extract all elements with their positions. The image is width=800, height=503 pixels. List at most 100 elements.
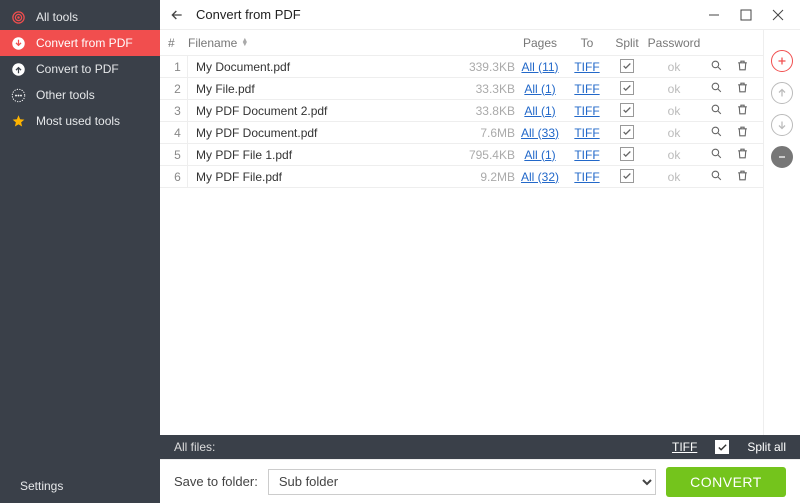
row-preview-button[interactable] <box>703 125 729 141</box>
col-password[interactable]: Password <box>645 36 703 50</box>
row-filename: My PDF Document 2.pdf <box>188 104 459 118</box>
row-preview-button[interactable] <box>703 81 729 97</box>
main-panel: Convert from PDF # Filename▲▼ Pages To S… <box>160 0 800 503</box>
row-size: 795.4KB <box>459 148 515 162</box>
row-filename: My Document.pdf <box>188 60 459 74</box>
action-column <box>764 30 800 435</box>
row-size: 33.8KB <box>459 104 515 118</box>
row-filename: My File.pdf <box>188 82 459 96</box>
all-files-format[interactable]: TIFF <box>672 440 697 454</box>
table-row[interactable]: 3My PDF Document 2.pdf33.8KBAll (1)TIFFo… <box>160 100 763 122</box>
row-split-checkbox[interactable] <box>620 81 634 95</box>
row-format-link[interactable]: TIFF <box>574 170 599 184</box>
row-size: 9.2MB <box>459 170 515 184</box>
row-format-link[interactable]: TIFF <box>574 148 599 162</box>
maximize-button[interactable] <box>732 4 760 26</box>
col-split[interactable]: Split <box>609 36 645 50</box>
sidebar-item-0[interactable]: All tools <box>0 4 160 30</box>
star-icon <box>10 113 26 129</box>
row-pages-link[interactable]: All (1) <box>524 148 555 162</box>
row-split-checkbox[interactable] <box>620 169 634 183</box>
sidebar-item-label: Most used tools <box>36 114 120 128</box>
add-file-button[interactable] <box>771 50 793 72</box>
row-index: 6 <box>168 166 188 187</box>
sidebar-item-label: Convert from PDF <box>36 36 133 50</box>
row-password: ok <box>645 104 703 118</box>
row-size: 33.3KB <box>459 82 515 96</box>
minimize-button[interactable] <box>700 4 728 26</box>
titlebar: Convert from PDF <box>160 0 800 30</box>
row-format-link[interactable]: TIFF <box>574 82 599 96</box>
row-delete-button[interactable] <box>729 125 755 141</box>
col-to[interactable]: To <box>565 36 609 50</box>
row-pages-link[interactable]: All (32) <box>521 170 559 184</box>
col-pages[interactable]: Pages <box>515 36 565 50</box>
row-format-link[interactable]: TIFF <box>574 104 599 118</box>
target-icon <box>10 9 26 25</box>
row-size: 339.3KB <box>459 60 515 74</box>
split-all-checkbox[interactable] <box>715 440 729 454</box>
table-row[interactable]: 5My PDF File 1.pdf795.4KBAll (1)TIFFok <box>160 144 763 166</box>
move-up-button[interactable] <box>771 82 793 104</box>
row-split-checkbox[interactable] <box>620 59 634 73</box>
move-down-button[interactable] <box>771 114 793 136</box>
col-index[interactable]: # <box>168 36 188 50</box>
sidebar-item-4[interactable]: Most used tools <box>0 108 160 134</box>
row-delete-button[interactable] <box>729 169 755 185</box>
row-split-checkbox[interactable] <box>620 147 634 161</box>
table-row[interactable]: 6My PDF File.pdf9.2MBAll (32)TIFFok <box>160 166 763 188</box>
back-button[interactable] <box>168 6 186 24</box>
sidebar: All tools Convert from PDF Convert to PDF O… <box>0 0 160 503</box>
row-index: 5 <box>168 144 188 165</box>
col-filename[interactable]: Filename▲▼ <box>188 36 459 50</box>
sort-icon: ▲▼ <box>241 39 248 47</box>
row-preview-button[interactable] <box>703 103 729 119</box>
row-format-link[interactable]: TIFF <box>574 60 599 74</box>
row-pages-link[interactable]: All (1) <box>524 82 555 96</box>
row-delete-button[interactable] <box>729 81 755 97</box>
row-password: ok <box>645 60 703 74</box>
table-row[interactable]: 1My Document.pdf339.3KB All (11) TIFF ok <box>160 56 763 78</box>
row-split-checkbox[interactable] <box>620 125 634 139</box>
dots-icon <box>10 87 26 103</box>
sidebar-item-2[interactable]: Convert to PDF <box>0 56 160 82</box>
row-password: ok <box>645 82 703 96</box>
sidebar-item-label: All tools <box>36 10 78 24</box>
row-delete-button[interactable] <box>729 103 755 119</box>
save-folder-label: Save to folder: <box>174 474 258 489</box>
row-index: 2 <box>168 78 188 99</box>
close-button[interactable] <box>764 4 792 26</box>
convert-button[interactable]: CONVERT <box>666 467 786 497</box>
table-row[interactable]: 4My PDF Document.pdf7.6MBAll (33)TIFFok <box>160 122 763 144</box>
sidebar-item-1[interactable]: Convert from PDF <box>0 30 160 56</box>
split-all-label: Split all <box>747 440 786 454</box>
sidebar-item-label: Convert to PDF <box>36 62 119 76</box>
row-password: ok <box>645 126 703 140</box>
row-delete-button[interactable] <box>729 147 755 163</box>
row-filename: My PDF File 1.pdf <box>188 148 459 162</box>
all-files-label: All files: <box>174 440 215 454</box>
page-title: Convert from PDF <box>196 7 301 22</box>
row-preview-button[interactable] <box>703 59 729 75</box>
row-preview-button[interactable] <box>703 147 729 163</box>
save-folder-select[interactable]: Sub folder <box>268 469 656 495</box>
row-pages-link[interactable]: All (11) <box>521 60 558 74</box>
row-filename: My PDF Document.pdf <box>188 126 459 140</box>
settings-button[interactable]: Settings <box>0 469 160 503</box>
row-index: 1 <box>168 56 188 77</box>
row-size: 7.6MB <box>459 126 515 140</box>
row-split-checkbox[interactable] <box>620 103 634 117</box>
table-body: 1My Document.pdf339.3KBAll (11)TIFFok2My… <box>160 56 763 435</box>
row-filename: My PDF File.pdf <box>188 170 459 184</box>
row-pages-link[interactable]: All (33) <box>521 126 559 140</box>
down-icon <box>10 35 26 51</box>
row-delete-button[interactable] <box>729 59 755 75</box>
row-preview-button[interactable] <box>703 169 729 185</box>
row-format-link[interactable]: TIFF <box>574 126 599 140</box>
sidebar-item-3[interactable]: Other tools <box>0 82 160 108</box>
row-pages-link[interactable]: All (1) <box>524 104 555 118</box>
remove-button[interactable] <box>771 146 793 168</box>
all-files-bar: All files: TIFF Split all <box>160 435 800 459</box>
table-row[interactable]: 2My File.pdf33.3KB All (1) TIFF ok <box>160 78 763 100</box>
settings-label: Settings <box>20 479 63 493</box>
